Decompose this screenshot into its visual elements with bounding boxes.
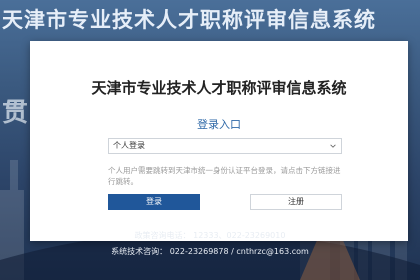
tech-support-text: 系统技术咨询： 022-23269878 / cnthrzc@163.com	[111, 247, 309, 256]
login-type-select[interactable]: 个人登录	[108, 138, 342, 154]
chevron-down-icon	[330, 144, 336, 148]
login-notice: 个人用户需要跳转到天津市统一身份认证平台登录，请点击下方链接进行跳转。	[108, 166, 341, 186]
login-type-value: 个人登录	[113, 141, 145, 150]
login-card: 天津市专业技术人才职称评审信息系统 登录入口 个人登录 个人用户需要跳转到天津市…	[30, 41, 408, 241]
register-button[interactable]: 注册	[250, 194, 342, 210]
login-button[interactable]: 登录	[108, 194, 200, 210]
policy-hotline-text: 政策咨询电话： 12333、022-23269010	[134, 231, 286, 240]
background-calligraphy: 贯	[2, 98, 29, 128]
login-entry-heading: 登录入口	[197, 118, 241, 131]
system-title: 天津市专业技术人才职称评审信息系统	[91, 79, 347, 97]
background-system-title: 天津市专业技术人才职称评审信息系统	[2, 8, 376, 32]
